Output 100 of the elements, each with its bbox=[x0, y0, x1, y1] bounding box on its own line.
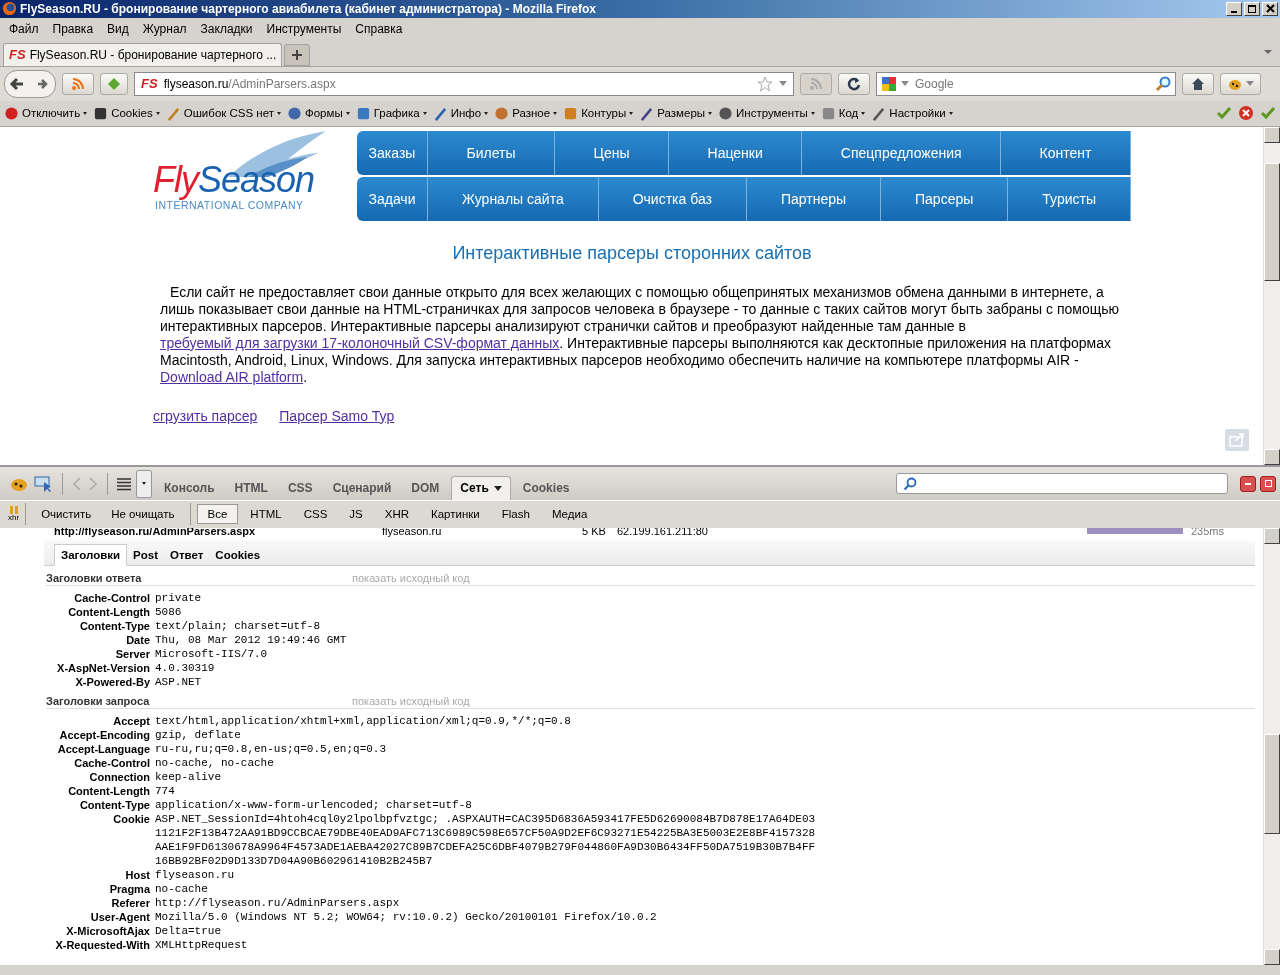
check-icon[interactable] bbox=[1216, 105, 1232, 122]
panel-tab[interactable]: Сценарий bbox=[324, 477, 400, 500]
header-name: Content-Length bbox=[67, 604, 150, 619]
nav-button[interactable]: Туристы bbox=[1008, 176, 1131, 221]
check-icon[interactable] bbox=[1260, 105, 1276, 122]
panel-tab[interactable]: Консоль bbox=[156, 477, 223, 500]
feed-button[interactable] bbox=[100, 72, 128, 95]
toolbar-menu-button[interactable]: Инфо bbox=[432, 105, 489, 121]
filter-button[interactable]: Flash bbox=[491, 505, 540, 524]
scrollbar[interactable] bbox=[1263, 527, 1280, 966]
close-button[interactable] bbox=[1262, 2, 1278, 16]
menu-item[interactable]: Справка bbox=[348, 21, 410, 36]
panel-tab[interactable]: Cookies bbox=[514, 477, 578, 500]
header-name: Host bbox=[124, 867, 150, 882]
new-tab-button[interactable] bbox=[284, 43, 311, 66]
panel-tab[interactable]: HTML bbox=[226, 477, 276, 500]
filter-button[interactable]: HTML bbox=[240, 505, 292, 524]
star-icon[interactable] bbox=[757, 75, 773, 92]
url-text: flyseason.ru/AdminParsers.aspx bbox=[163, 76, 337, 91]
search-engine-icon[interactable] bbox=[881, 75, 897, 92]
browser-tab[interactable]: FS FlySeason.RU - бронирование чартерного ... bbox=[3, 42, 283, 66]
toolbar-menu-button[interactable]: Графика bbox=[355, 105, 427, 121]
toolbar-menu-button[interactable]: Настройки bbox=[871, 105, 953, 121]
nav-button[interactable]: Наценки bbox=[669, 130, 803, 175]
tab-title: FlySeason.RU - бронирование чартерного ... bbox=[29, 47, 277, 62]
request-domain: flyseason.ru bbox=[382, 527, 443, 538]
detail-tab[interactable]: Заголовки bbox=[54, 543, 128, 566]
filter-button[interactable]: XHR bbox=[374, 505, 419, 524]
menu-icon[interactable] bbox=[116, 476, 132, 491]
filter-button[interactable]: Медиа bbox=[541, 505, 598, 524]
nav-button[interactable]: Билеты bbox=[428, 130, 556, 175]
toolbar-menu-button[interactable]: Инструменты bbox=[718, 105, 815, 121]
request-url[interactable]: http://flyseason.ru/AdminParsers.aspx bbox=[40, 527, 382, 538]
address-bar[interactable]: FS flyseason.ru/AdminParsers.aspx bbox=[134, 71, 794, 96]
back-forward-button[interactable] bbox=[4, 69, 56, 98]
nav-button[interactable]: Задачи bbox=[357, 176, 428, 221]
search-icon[interactable] bbox=[1155, 75, 1171, 92]
menu-item[interactable]: Файл bbox=[2, 21, 46, 36]
filter-button[interactable]: Картинки bbox=[421, 505, 490, 524]
restore-button[interactable] bbox=[1244, 2, 1260, 16]
detail-tab[interactable]: Cookies bbox=[209, 544, 267, 565]
toolbar-menu-button[interactable]: Код bbox=[820, 105, 866, 121]
header-value: ru-ru,ru;q=0.8,en-us;q=0.5,en;q=0.3 bbox=[155, 741, 388, 756]
header-name: Cache-Control bbox=[73, 590, 150, 605]
home-button[interactable] bbox=[1182, 72, 1214, 95]
detach-button[interactable] bbox=[1260, 475, 1276, 492]
menu-item[interactable]: Инструменты bbox=[259, 21, 349, 36]
panel-tab[interactable]: DOM bbox=[403, 477, 448, 500]
header-value: Thu, 08 Mar 2012 19:49:46 GMT bbox=[155, 632, 348, 647]
request-size: 5 KB bbox=[582, 527, 607, 538]
text-link[interactable]: Парсер Samo Тур bbox=[279, 407, 395, 424]
menu-item[interactable]: Вид bbox=[100, 21, 136, 36]
search-field[interactable] bbox=[896, 473, 1228, 495]
filter-button[interactable]: JS bbox=[339, 505, 373, 524]
site-logo[interactable]: FlySeason INTERNATIONAL COMPANY bbox=[153, 126, 333, 219]
rss-button[interactable] bbox=[62, 72, 94, 95]
minimize-button[interactable] bbox=[1240, 475, 1256, 492]
toolbar-menu-button[interactable]: Формы bbox=[287, 105, 350, 121]
bug-button[interactable] bbox=[1220, 72, 1261, 95]
filter-button[interactable]: Все bbox=[196, 504, 239, 525]
nav-button[interactable]: Цены bbox=[555, 130, 669, 175]
search-field[interactable]: Google bbox=[913, 72, 1151, 95]
toolbar-menu-button[interactable]: Ошибок CSS нет bbox=[165, 105, 281, 121]
panel-tab[interactable]: Сеть bbox=[451, 476, 511, 500]
header-value: application/x-www-form-urlencoded; charset=utf-8 bbox=[155, 797, 473, 812]
reload-button[interactable] bbox=[838, 72, 870, 95]
nav-button[interactable]: Парсеры bbox=[881, 176, 1009, 221]
filter-button[interactable]: CSS bbox=[293, 505, 338, 524]
text-link[interactable]: сгрузить парсер bbox=[153, 407, 258, 424]
header-name: Content-Length bbox=[67, 783, 150, 798]
scrollbar[interactable] bbox=[1263, 126, 1280, 466]
error-icon[interactable] bbox=[1238, 105, 1254, 122]
header-value: gzip, deflate bbox=[155, 727, 242, 742]
toolbar-menu-button[interactable]: Контуры bbox=[563, 105, 634, 121]
intro-paragraph: Если сайт не предоставляет свои данные открыто для всех желающих с помощью общепринятых механизмов обмена данными в интернете, а лишь показывает свои данные на HTML-страничках для запросов человека в браузере - то данные с таких сайтов могут быть забраны с помощью интерактивных парсеров. Интерактивные парсеры анализируют странички сайтов и преобразуют найденные там данные в требуемый для загрузки 17-колоночный CSV-формат данных. Интерактивные парсеры выполняются как десктопные приложения на платформах Macintosth, Android, Linux, Windows. Для запуска интерактивных парсеров необходимо обеспечить наличие на компьютере платформы AIR - Download AIR platform. bbox=[159, 283, 1120, 386]
nav-button[interactable]: Спецпредложения bbox=[802, 130, 1002, 175]
menu-item[interactable]: Правка bbox=[45, 21, 101, 36]
nav-button[interactable]: Очистка баз bbox=[598, 176, 747, 221]
nav-button[interactable]: Заказы bbox=[357, 130, 428, 175]
persist-button[interactable]: Не очищать bbox=[102, 505, 184, 524]
nav-button[interactable]: Партнеры bbox=[746, 176, 882, 221]
panel-tab[interactable]: CSS bbox=[279, 477, 321, 500]
header-value: ASP.NET bbox=[155, 674, 203, 689]
nav-button[interactable]: Журналы сайта bbox=[428, 176, 599, 221]
header-value: private bbox=[155, 590, 203, 605]
inspect-icon[interactable] bbox=[34, 474, 54, 493]
header-value: 5086 bbox=[155, 604, 183, 619]
toolbar-menu-button[interactable]: Cookies bbox=[93, 105, 160, 121]
toolbar-menu-button[interactable]: Размеры bbox=[639, 105, 713, 121]
nav-button[interactable]: Контент bbox=[1001, 130, 1131, 175]
site-logo-icon: FS bbox=[141, 76, 158, 92]
clear-button[interactable]: Очистить bbox=[32, 505, 101, 524]
toolbar-menu-button[interactable]: Разное bbox=[494, 105, 558, 121]
menu-item[interactable]: Закладки bbox=[193, 21, 260, 36]
detail-tab[interactable]: Post bbox=[127, 544, 164, 565]
detail-tab[interactable]: Ответ bbox=[164, 544, 210, 565]
toolbar-menu-button[interactable]: Отключить bbox=[4, 105, 88, 121]
menu-item[interactable]: Журнал bbox=[135, 21, 194, 36]
search-bar[interactable]: Google bbox=[876, 71, 1176, 96]
site-logo-icon: FS bbox=[9, 47, 26, 63]
